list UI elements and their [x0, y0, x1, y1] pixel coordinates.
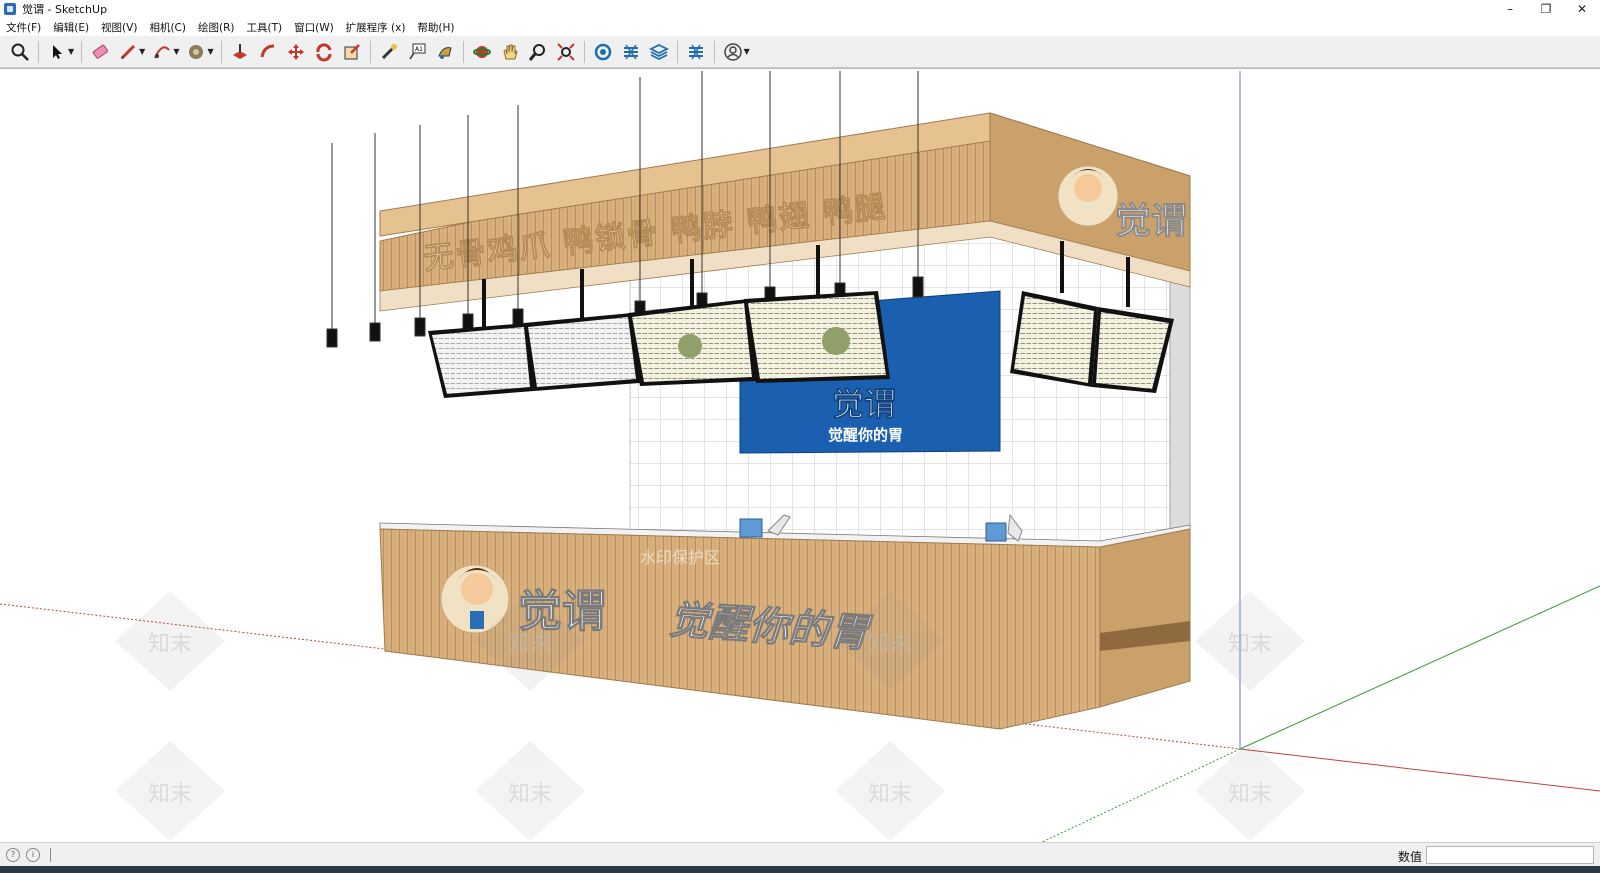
status-divider [50, 848, 51, 862]
kiosk-model: 无骨鸡爪 鸭锁骨 鸭脖 鸭翅 鸭腿 觉谓 觉谓 觉醒你的胃 觉谓 觉醒你的胃 水… [0, 71, 1600, 843]
restore-button[interactable]: ❐ [1528, 0, 1564, 18]
menu-draw[interactable]: 绘图(R) [192, 20, 241, 35]
toolbar-separator [81, 40, 83, 63]
main-toolbar: ▼ ▼ ▼ ▼ A1 ▼ [0, 36, 1600, 68]
menu-extensions[interactable]: 扩展程序 (x) [340, 20, 412, 35]
zoom-icon[interactable] [527, 41, 549, 63]
pan-icon[interactable] [499, 41, 521, 63]
watermark-brand: 知末 [148, 782, 192, 807]
counter-box-right [985, 522, 1007, 542]
title-bar: 觉谓 - SketchUp – ❐ ✕ [0, 0, 1600, 18]
rotate-icon[interactable] [313, 41, 335, 63]
close-button[interactable]: ✕ [1564, 0, 1600, 18]
watermark-brand: 知末 [1228, 632, 1272, 657]
counter-side [1099, 528, 1191, 708]
panel-brand: 觉谓 [832, 385, 896, 423]
watermark-brand: 知末 [868, 632, 912, 657]
select-icon[interactable] [46, 41, 68, 63]
panel-tagline: 觉醒你的胃 [828, 426, 903, 444]
toolbar-separator [38, 40, 39, 63]
paint-bucket-icon[interactable] [185, 41, 207, 63]
shape-dropdown-icon[interactable]: ▼ [207, 47, 213, 56]
watermark-brand: 知末 [508, 632, 552, 657]
svg-text:A1: A1 [415, 46, 423, 53]
window-controls: – ❐ ✕ [1492, 0, 1600, 18]
arc-dropdown-icon[interactable]: ▼ [173, 47, 179, 56]
watermark-brand: 知末 [148, 632, 192, 657]
menu-edit[interactable]: 编辑(E) [47, 20, 95, 35]
pencil-icon[interactable] [117, 41, 139, 63]
paint-icon[interactable] [434, 41, 456, 63]
toolbar-separator [583, 40, 585, 63]
menu-tools[interactable]: 工具(T) [240, 20, 288, 35]
menu-window[interactable]: 窗口(W) [288, 20, 340, 35]
account-icon[interactable] [722, 41, 744, 63]
menu-camera[interactable]: 相机(C) [143, 20, 192, 35]
header-brand-logo: 觉谓 [1115, 201, 1187, 242]
watermark-brand: 知末 [508, 782, 552, 807]
status-bar: ? i 数值 [0, 842, 1600, 867]
measurements-label: 数值 [1397, 850, 1422, 864]
warehouse-icon[interactable] [592, 41, 614, 63]
components-icon[interactable] [685, 41, 707, 63]
geolocation-icon[interactable]: ? [6, 848, 20, 862]
arc-icon[interactable] [151, 41, 173, 63]
draw-dropdown-icon[interactable]: ▼ [139, 47, 145, 56]
watermark-brand: 知末 [868, 782, 912, 807]
layers-icon[interactable] [648, 41, 670, 63]
menu-view[interactable]: 视图(V) [95, 20, 143, 35]
tape-measure-icon[interactable] [378, 41, 400, 63]
counter-box-left [739, 518, 763, 538]
menu-help[interactable]: 帮助(H) [411, 20, 460, 35]
account-dropdown-icon[interactable]: ▼ [744, 47, 750, 56]
zoom-extents-icon[interactable] [555, 41, 577, 63]
minimize-button[interactable]: – [1492, 0, 1528, 18]
orbit-icon[interactable] [471, 41, 493, 63]
push-pull-icon[interactable] [229, 41, 251, 63]
green-axis [1239, 585, 1600, 750]
taskbar-strip [0, 866, 1600, 873]
toolbar-separator [220, 40, 222, 63]
move-icon[interactable] [285, 41, 307, 63]
menu-bar: 文件(F) 编辑(E) 视图(V) 相机(C) 绘图(R) 工具(T) 窗口(W… [0, 18, 1600, 36]
eraser-icon[interactable] [89, 41, 111, 63]
toolbar-separator [369, 40, 371, 63]
model-viewport[interactable]: 无骨鸡爪 鸭锁骨 鸭脖 鸭翅 鸭腿 觉谓 觉谓 觉醒你的胃 觉谓 觉醒你的胃 水… [0, 68, 1600, 843]
measurements-input[interactable] [1426, 846, 1594, 864]
extension-warehouse-icon[interactable] [620, 41, 642, 63]
watermark-brand: 知末 [1228, 782, 1272, 807]
scale-icon[interactable] [341, 41, 363, 63]
info-icon[interactable]: i [26, 848, 40, 862]
select-dropdown-icon[interactable]: ▼ [68, 47, 74, 56]
window-title: 觉谓 - SketchUp [22, 3, 108, 16]
menu-file[interactable]: 文件(F) [0, 20, 47, 35]
follow-me-icon[interactable] [257, 41, 279, 63]
sketchup-logo-icon [4, 3, 16, 15]
toolbar-separator [713, 40, 715, 63]
zoom-window-icon[interactable] [9, 41, 31, 63]
toolbar-separator [676, 40, 678, 63]
watermark-text: 水印保护区 [640, 548, 720, 567]
toolbar-separator [462, 40, 464, 63]
text-icon[interactable]: A1 [406, 41, 428, 63]
